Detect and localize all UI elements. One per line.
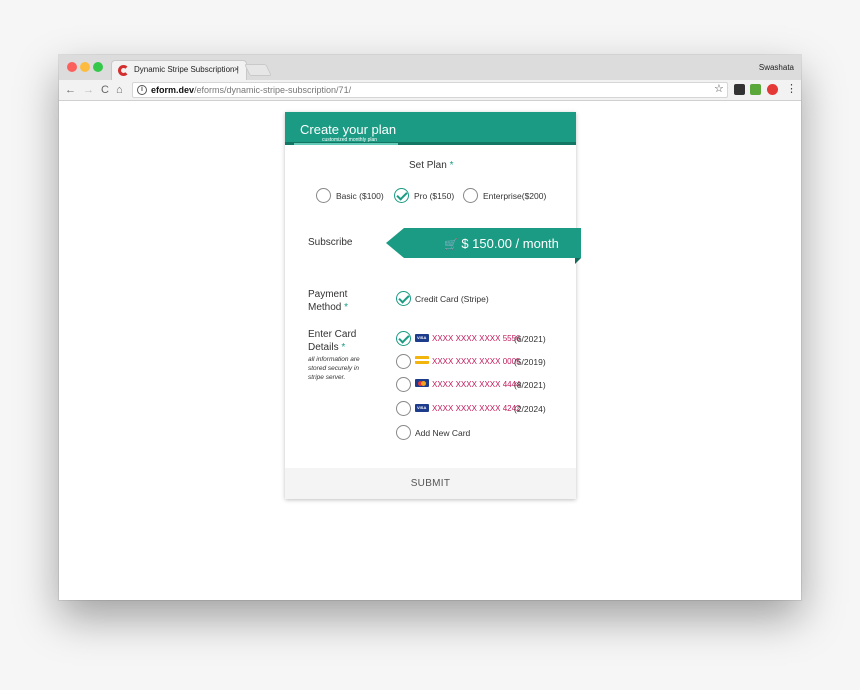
form-header: Create your plan customized monthly plan (285, 112, 576, 145)
new-tab-button[interactable] (244, 64, 272, 76)
card-number[interactable]: XXXX XXXX XXXX 0005 (432, 357, 521, 366)
card-expiry[interactable]: (6/2021) (514, 334, 546, 344)
home-icon[interactable]: ⌂ (116, 83, 123, 97)
card-radio[interactable] (396, 354, 411, 369)
minimize-window-button[interactable] (80, 62, 90, 72)
tab-close-icon[interactable]: × (234, 64, 239, 74)
plan-pro-label[interactable]: Pro ($150) (414, 191, 454, 201)
price-display: 🛒 $ 150.00 / month (444, 236, 559, 251)
set-plan-label-text: Set Plan (409, 160, 447, 171)
eform-favicon-icon (118, 65, 129, 76)
set-plan-label: Set Plan * (409, 160, 454, 171)
card-number[interactable]: XXXX XXXX XXXX 4444 (432, 380, 521, 389)
card-radio[interactable] (396, 331, 411, 346)
plan-pro-radio[interactable] (394, 188, 409, 203)
plan-enterprise-radio[interactable] (463, 188, 478, 203)
price-value: $ 150.00 / month (461, 236, 559, 251)
forward-arrow-icon[interactable]: → (83, 83, 94, 97)
card-expiry[interactable]: (2/2024) (514, 404, 546, 414)
submit-button[interactable]: SUBMIT (285, 468, 576, 499)
browser-toolbar: ← → C ⌂ i eform.dev/eforms/dynamic-strip… (59, 80, 801, 101)
extension-icon[interactable] (750, 84, 761, 95)
reload-icon[interactable]: C (101, 83, 109, 97)
visa-card-icon (415, 404, 429, 412)
add-new-card-label[interactable]: Add New Card (415, 428, 470, 438)
maximize-window-button[interactable] (93, 62, 103, 72)
payment-credit-card-label[interactable]: Credit Card (Stripe) (415, 294, 489, 304)
info-icon[interactable]: i (137, 85, 147, 95)
card-brand-icon (415, 356, 429, 364)
add-new-card-radio[interactable] (396, 425, 411, 440)
card-number[interactable]: XXXX XXXX XXXX 4242 (432, 404, 521, 413)
required-mark: * (449, 160, 454, 171)
payment-method-label-line2: Method (308, 302, 342, 313)
title-bar: Dynamic Stripe Subscription | × Swashata (59, 55, 801, 80)
browser-tab[interactable]: Dynamic Stripe Subscription | × (111, 60, 247, 80)
payment-method-label-line1: Payment (308, 289, 348, 300)
mastercard-icon (415, 379, 429, 387)
ribbon-fold (575, 258, 581, 264)
url-path: /eforms/dynamic-stripe-subscription/71/ (194, 85, 352, 95)
plan-basic-label[interactable]: Basic ($100) (336, 191, 384, 201)
profile-name[interactable]: Swashata (759, 63, 794, 72)
payment-method-label: Payment Method * (308, 288, 348, 314)
url-text[interactable]: eform.dev/eforms/dynamic-stripe-subscrip… (151, 85, 351, 95)
extension-icon[interactable] (734, 84, 745, 95)
address-bar[interactable]: i eform.dev/eforms/dynamic-stripe-subscr… (132, 82, 728, 98)
card-number[interactable]: XXXX XXXX XXXX 5556 (432, 334, 521, 343)
card-details-label-line2: Details (308, 342, 339, 353)
price-ribbon: 🛒 $ 150.00 / month (386, 228, 581, 258)
plan-enterprise-label[interactable]: Enterprise($200) (483, 191, 546, 201)
card-details-label: Enter Card Details * (308, 328, 356, 354)
adblock-extension-icon[interactable] (767, 84, 778, 95)
subtitle-underline (294, 143, 398, 145)
browser-menu-icon[interactable]: ⋮ (786, 82, 797, 95)
url-domain: eform.dev (151, 85, 195, 95)
security-note: all information are stored securely in s… (308, 356, 360, 381)
card-expiry[interactable]: (5/2019) (514, 357, 546, 367)
card-radio[interactable] (396, 401, 411, 416)
card-details-label-line1: Enter Card (308, 329, 357, 340)
bookmark-star-icon[interactable]: ☆ (714, 82, 724, 95)
subscribe-label: Subscribe (308, 237, 353, 248)
card-expiry[interactable]: (8/2021) (514, 380, 546, 390)
form-title: Create your plan (300, 122, 397, 137)
required-mark: * (341, 342, 346, 353)
card-radio[interactable] (396, 377, 411, 392)
payment-credit-card-radio[interactable] (396, 291, 411, 306)
close-window-button[interactable] (67, 62, 77, 72)
visa-card-icon (415, 334, 429, 342)
cart-icon: 🛒 (444, 239, 458, 251)
tab-title: Dynamic Stripe Subscription | (134, 65, 239, 74)
back-arrow-icon[interactable]: ← (65, 83, 76, 97)
required-mark: * (344, 302, 349, 313)
plan-basic-radio[interactable] (316, 188, 331, 203)
